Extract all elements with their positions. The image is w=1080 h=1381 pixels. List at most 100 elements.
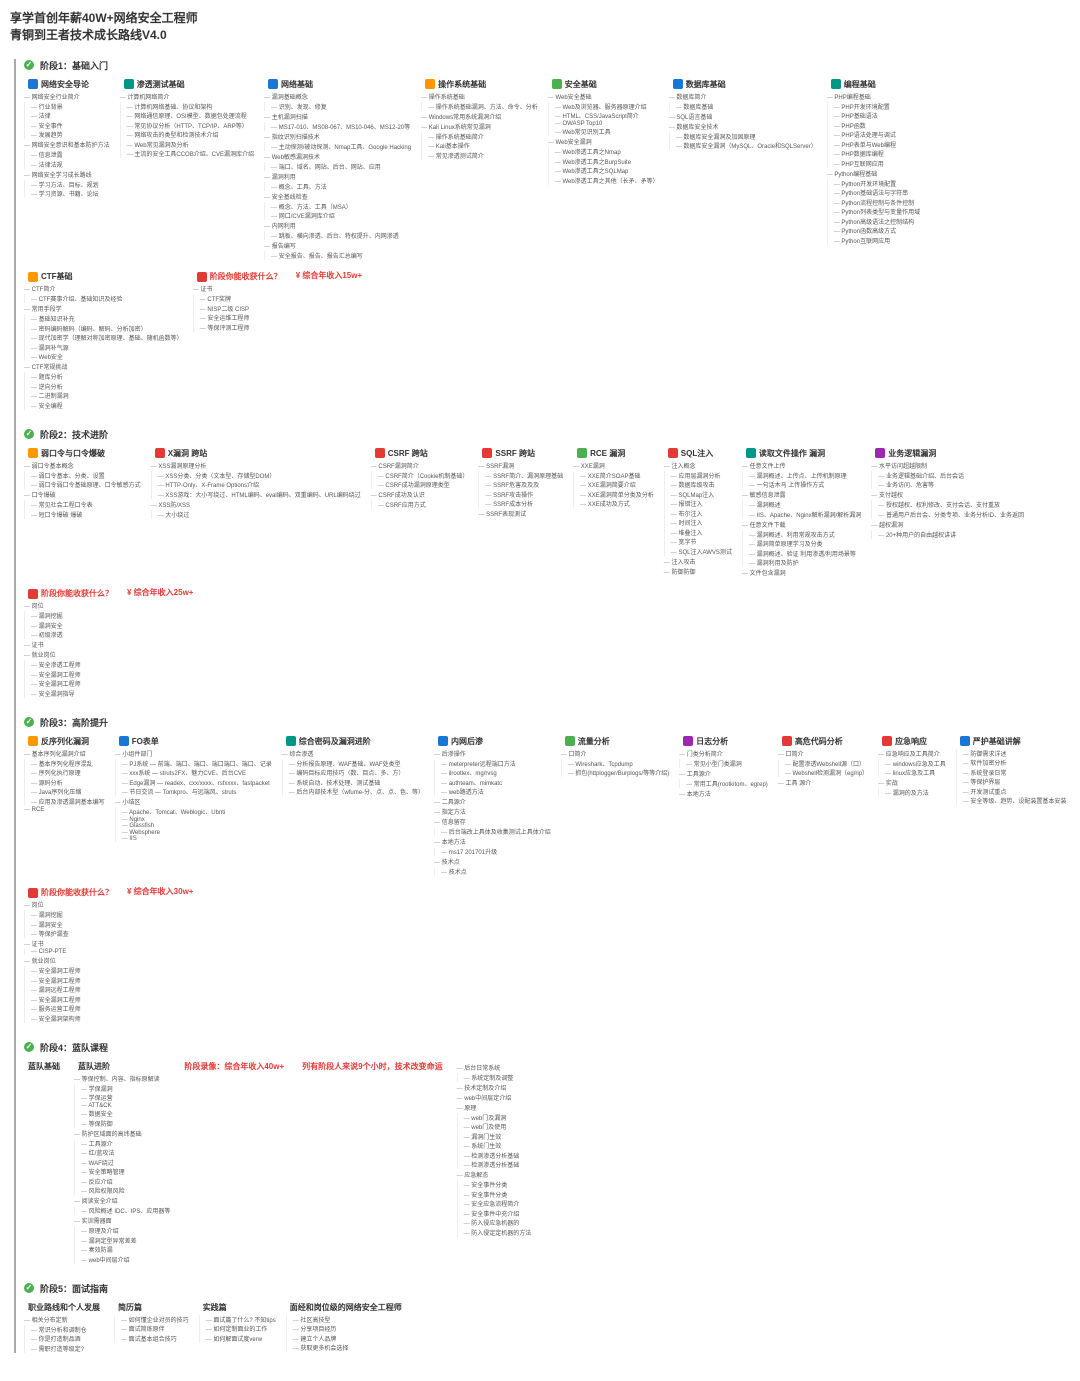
leaf: 风险概述 IDC、IPS、应用器等	[81, 1206, 170, 1215]
leaf: 如何定制面业的工作	[206, 1324, 276, 1333]
leaf: 学习方法、目标、规划	[31, 180, 110, 189]
section-items: 后台日常系统系统定制及调整技术定制及介绍web中间层定介绍原理web门及漏洞we…	[457, 1063, 532, 1237]
yen-icon: ¥	[296, 271, 300, 280]
leaf: Apache、Tomcat、Weblogic、Ubnti	[122, 807, 272, 816]
node: 门类分析简介	[679, 749, 768, 758]
leaf: 漏洞利用及防护	[749, 558, 861, 567]
node-children: PJ系统 — 前端、端口、端口、端口端口、端口、记录xxx系统 — struts…	[115, 759, 272, 797]
stage: ✓阶段3：高阶提升反序列化漏洞基本序列化漏洞介绍基本序列化程序混乱序列化执行原理…	[24, 716, 1070, 1023]
leaf: 安全策略管理	[81, 1167, 170, 1176]
section: 职业路线和个人发展相关分布定新常识分析和调制仓你是打造制品酒需职打造等级定?	[24, 1301, 104, 1353]
section-label: 阶段录像：综合年收入40w+	[180, 1060, 288, 1073]
node-children: CTF赛事介绍、基础知识及经验	[24, 294, 183, 303]
leaf: 安全事件	[31, 121, 110, 130]
section-label: 流量分析	[561, 735, 669, 748]
node-children: 应用层漏洞分析数据库级攻击SQLMap注入报错注入布尔注入时间注入堆叠注入宽字节…	[664, 471, 732, 556]
node: XSS防/XSS	[151, 500, 361, 509]
leaf: 技术点	[441, 867, 551, 876]
leaf: 业务访问、危害等	[878, 480, 1024, 489]
node-children: CISP-PTE	[24, 949, 117, 955]
node: 指纹识别扫描技术	[264, 132, 411, 141]
stage: ✓阶段4：蓝队课程蓝队基础蓝队进阶等保控制、内容、指标原解读学保漏洞学保运营AT…	[24, 1041, 1070, 1264]
node: 任意文件下载	[742, 520, 861, 529]
section: SQL注入注入概念应用层漏洞分析数据库级攻击SQLMap注入报错注入布尔注入时间…	[664, 447, 732, 576]
leaf: SSRF攻击操作	[485, 490, 563, 499]
leaf: web门及使用	[464, 1122, 532, 1131]
yen-icon: ¥	[127, 588, 131, 597]
leaf: 安全事件中充介绍	[464, 1209, 532, 1218]
leaf: 漏洞安全	[31, 920, 117, 929]
section: 简历篇如何懂企业对员的技巧面试简练原伴面试基本组合技巧	[114, 1301, 189, 1343]
section-label: 编程基础	[827, 78, 920, 91]
section: ¥ 综合年收入15w+	[296, 270, 362, 281]
section-icon	[197, 272, 207, 282]
section-items: 计算机网络简介计算机网络基础、协议和架构网络通信原理、OSI模型、数据包处理流程…	[120, 92, 254, 159]
leaf: NISP二级 CISP	[200, 304, 286, 313]
section: CSRF 跨站CSRF漏洞简介CSRF简介（Cookie机制基础）CSRF成功漏…	[371, 447, 469, 510]
section-items: 社区高技型分享项目经历建立个人品牌获取更多机会选择	[286, 1315, 406, 1353]
leaf: 学习资源、书籍、论坛	[31, 189, 110, 198]
section-label: RCE 漏洞	[573, 447, 654, 460]
section-items: CTF简介CTF赛事介绍、基础知识及经验常用手段学基础知识补充密码编码解码（编码…	[24, 284, 183, 410]
leaf: 漏洞远程工程师	[31, 985, 117, 994]
stage: ✓阶段1：基础入门网络安全导论网络安全行业简介行业背景法律安全事件发展趋势网络安…	[24, 59, 1070, 410]
node-children: 漏洞概述IIS、Apache、Nginx解析漏洞/解析漏洞	[742, 500, 861, 519]
leaf: HTTP-Only、X-Frame Options介绍	[158, 480, 361, 489]
node: 漏洞基础概念	[264, 92, 411, 101]
node: 弱口令基本概念	[24, 461, 141, 470]
node-children: 授权越权、权利修改、支付会话、支付重放普通用户后台会、分类专项、业务分析ID、业…	[871, 500, 1024, 519]
section: 蓝队基础	[24, 1060, 64, 1073]
leaf: 安全漏洞工程师	[31, 670, 117, 679]
leaf: 一句话木马 上传操作方式	[749, 480, 861, 489]
section-icon	[268, 79, 278, 89]
node: 就业岗位	[24, 650, 117, 659]
stage-header: ✓阶段2：技术进阶	[24, 428, 1070, 441]
section-label: FO表单	[115, 735, 272, 748]
node: 基本序列化漏洞介绍	[24, 749, 105, 758]
node-children: 常用工具(rootkitom、egrep)	[679, 779, 768, 788]
section-items: 岗位漏洞挖掘漏洞安全初级渗透证书就业岗位安全渗透工程师安全漏洞工程师安全漏洞工程…	[24, 601, 117, 698]
node: 技术定制及介绍	[457, 1083, 532, 1092]
leaf: 基础知识补充	[31, 314, 183, 323]
section: 高危代码分析口简介配置渗透Webshell源（口）Webshell检测漏洞（eg…	[778, 735, 868, 788]
stage-sections: 网络安全导论网络安全行业简介行业背景法律安全事件发展趋势网络安全意识和基本防护方…	[24, 78, 1070, 410]
node: 支付越权	[871, 490, 1024, 499]
leaf: 源码分析	[31, 778, 105, 787]
leaf: 密码编码解码（编码、解码、分析加密）	[31, 324, 183, 333]
node: 技术点	[434, 857, 551, 866]
section-icon	[28, 448, 38, 458]
leaf: XXE漏洞简要介绍	[580, 480, 654, 489]
leaf: IIS	[122, 836, 272, 842]
section: 日志分析门类分析简介常见小型门类漏洞工具源介常用工具(rootkitom、egr…	[679, 735, 768, 798]
node: 操作系统基础	[421, 92, 538, 101]
leaf: 常见协议分析（HTTP、TCP/IP、ARP等）	[127, 121, 254, 130]
section-label	[457, 1060, 532, 1062]
leaf: Python列表类型与变量作用域	[834, 207, 920, 216]
node: 防护区域面的高纬基础	[74, 1129, 170, 1138]
node-children: windows应急及工具linux应急及工具	[878, 759, 946, 778]
node-children: 信息泄露法律法规	[24, 150, 110, 169]
section-items: 后渗操作meterpreter远程端口方法ilrootlex、mg/rvsgau…	[434, 749, 551, 877]
node-children: SSRF简介、漏洞原理基础SSRF危害及及及SSRF攻击操作SSRF成本分析	[478, 471, 563, 509]
leaf: Web渗透工具之Nmap	[555, 147, 659, 156]
section-icon	[552, 79, 562, 89]
node-children: 技术点	[434, 867, 551, 876]
leaf: 等保护界层	[963, 777, 1067, 786]
leaf: 等保评测工程师	[200, 323, 286, 332]
leaf: SQL注入AWVS测试	[671, 547, 732, 556]
section-label: 网络安全导论	[24, 78, 110, 91]
leaf: 操作系统基础简介	[428, 132, 538, 141]
section-icon	[438, 736, 448, 746]
leaf: 弱口令基本、分类、设置	[31, 471, 141, 480]
leaf: 漏洞补气源	[31, 343, 183, 352]
section-label: 渗透测试基础	[120, 78, 254, 91]
node: Python编程基础	[827, 169, 920, 178]
node-children: 分析报告原理、WAF基础、WAF处类型编码目标应用技巧（数、目点、多、方）系统自…	[282, 759, 424, 797]
leaf: 常用工具(rootkitom、egrep)	[686, 779, 768, 788]
leaf: windows应急及工具	[885, 759, 946, 768]
leaf: 数据库安全漏洞（MySQL、Oracle和SQLServer）	[676, 141, 817, 150]
section-icon	[577, 448, 587, 458]
section-icon	[28, 589, 38, 599]
node-children: 学习方法、目标、规划学习资源、书籍、论坛	[24, 180, 110, 199]
leaf: 需职打造等级定?	[31, 1344, 104, 1353]
